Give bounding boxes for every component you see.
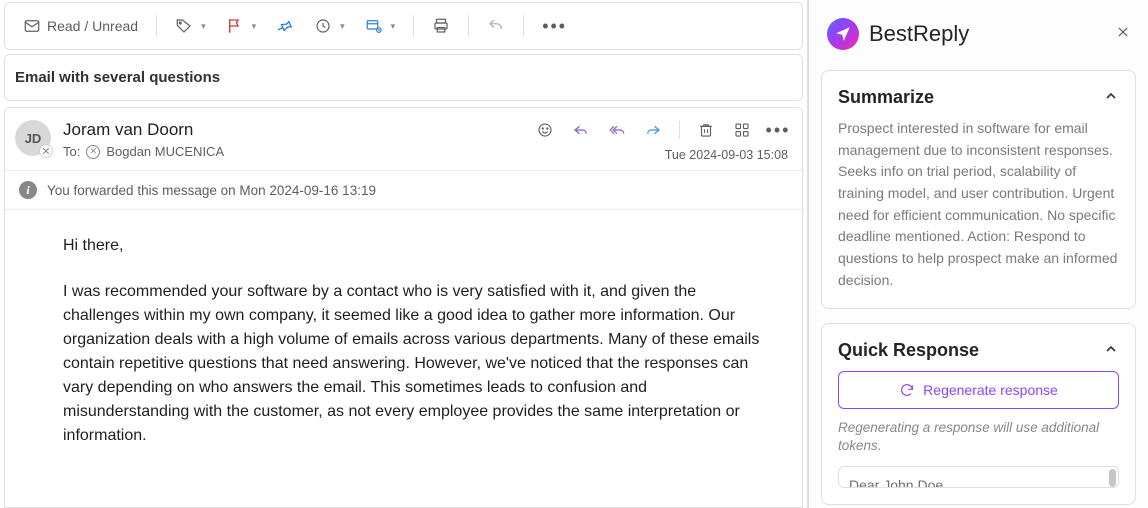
chevron-down-icon: ▾ [201,21,206,32]
reply-icon [572,121,590,139]
forward-icon [644,121,662,139]
presence-offline-icon: ✕ [39,144,53,158]
chevron-down-icon: ▾ [252,21,257,32]
react-button[interactable] [535,120,555,140]
to-name[interactable]: Bogdan MUCENICA [106,144,224,159]
message-date: Tue 2024-09-03 15:08 [665,148,788,162]
pin-icon [276,17,294,35]
bestreply-logo [827,18,859,50]
toolbar: Read / Unread ▾ ▾ ▾ ▾ [4,2,803,50]
forward-banner-text: You forwarded this message on Mon 2024-0… [47,183,376,198]
apps-button[interactable] [732,120,752,140]
tag-icon [175,17,193,35]
toolbar-separator [413,15,414,37]
reply-all-button[interactable] [607,120,627,140]
flag-icon [226,17,244,35]
forward-banner: i You forwarded this message on Mon 2024… [5,170,802,210]
undo-icon [487,17,505,35]
read-unread-label: Read / Unread [47,18,138,34]
draft-preview-box[interactable]: Dear John Doe [838,466,1119,488]
reply-button[interactable] [571,120,591,140]
reply-all-icon [608,121,626,139]
message-block: JD ✕ Joram van Doorn To: ✕ Bogdan MUCENI… [4,107,803,508]
message-body: Hi there, I was recommended your softwar… [5,210,802,490]
window-gear-icon [365,17,383,35]
email-subject: Email with several questions [15,69,220,86]
ellipsis-icon: ••• [766,120,791,141]
toolbar-separator [156,15,157,37]
collapse-quick-button[interactable] [1103,341,1119,360]
quick-response-card: Quick Response Regenerate response Regen… [821,323,1136,506]
message-actions: ••• [535,120,788,140]
close-button[interactable] [1116,25,1130,43]
clock-icon [314,17,332,35]
regenerate-label: Regenerate response [923,382,1058,398]
snooze-button[interactable]: ▾ [306,11,353,41]
toolbar-separator [468,15,469,37]
summarize-card: Summarize Prospect interested in softwar… [821,70,1136,309]
close-icon [1116,25,1130,39]
print-button[interactable] [424,11,458,41]
immersive-button[interactable]: ▾ [357,11,404,41]
chevron-up-icon [1103,88,1119,104]
more-toolbar-button[interactable]: ••• [534,10,575,43]
more-message-button[interactable]: ••• [768,120,788,140]
regenerate-button[interactable]: Regenerate response [838,371,1119,409]
grid-icon [733,121,751,139]
forward-button[interactable] [643,120,663,140]
message-header: JD ✕ Joram van Doorn To: ✕ Bogdan MUCENI… [5,108,802,170]
refresh-icon [899,382,915,398]
tag-button[interactable]: ▾ [167,11,214,41]
subject-bar: Email with several questions [4,54,803,101]
summarize-text: Prospect interested in software for emai… [838,118,1119,292]
body-paragraph: I was recommended your software by a con… [63,280,762,448]
print-icon [432,17,450,35]
bestreply-panel: BestReply Summarize Prospect interested … [808,0,1148,508]
collapse-summarize-button[interactable] [1103,88,1119,107]
chevron-down-icon: ▾ [391,21,396,32]
to-label: To: [63,144,80,159]
draft-preview-text: Dear John Doe [849,477,943,488]
from-name[interactable]: Joram van Doorn [63,120,523,140]
scrollbar-handle[interactable] [1109,469,1116,487]
envelope-icon [23,17,41,35]
panel-header: BestReply [809,0,1148,70]
chevron-up-icon [1103,341,1119,357]
delete-button[interactable] [696,120,716,140]
toolbar-separator [523,15,524,37]
smiley-icon [536,121,554,139]
body-greeting: Hi there, [63,234,762,258]
pin-button[interactable] [268,11,302,41]
email-pane: Read / Unread ▾ ▾ ▾ ▾ [0,0,808,508]
trash-icon [697,121,715,139]
summarize-title: Summarize [838,87,934,108]
undo-button[interactable] [479,11,513,41]
regenerate-note: Regenerating a response will use additio… [838,419,1119,457]
quick-response-title: Quick Response [838,340,979,361]
read-unread-button[interactable]: Read / Unread [15,11,146,41]
remove-recipient-icon[interactable]: ✕ [86,145,100,159]
paper-plane-icon [834,25,852,43]
ellipsis-icon: ••• [542,16,567,37]
avatar[interactable]: JD ✕ [15,120,51,156]
avatar-initials: JD [25,131,42,146]
flag-button[interactable]: ▾ [218,11,265,41]
chevron-down-icon: ▾ [340,21,345,32]
panel-brand: BestReply [869,21,1106,47]
to-line: To: ✕ Bogdan MUCENICA [63,144,523,159]
info-icon: i [19,181,37,199]
